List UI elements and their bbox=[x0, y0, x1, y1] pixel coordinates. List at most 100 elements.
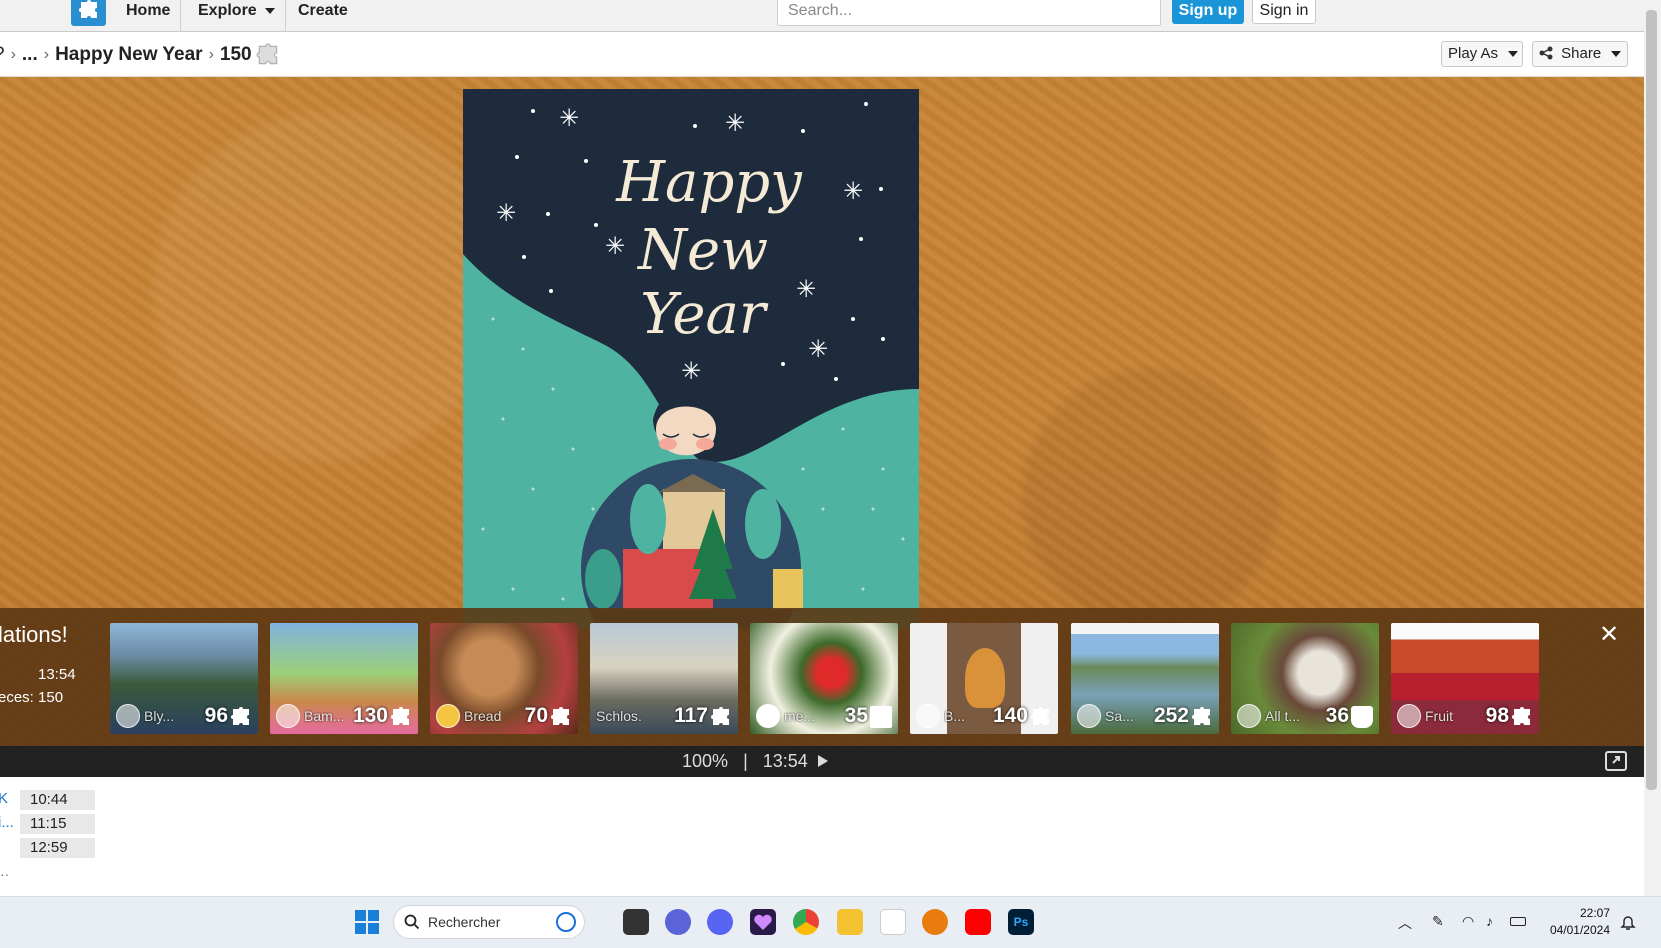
search-input[interactable] bbox=[777, 0, 1161, 26]
time-row-value: 11:15 bbox=[20, 814, 95, 834]
thumb-piece-count: 117 bbox=[674, 704, 708, 727]
congrats-panel: lations! 13:54 eces: 150 bbox=[0, 622, 76, 706]
completed-puzzle-image: ✳ ✳ ✳ ✳ ✳ ✳ ✳ ✳ Happy New Year bbox=[463, 89, 919, 629]
avatar bbox=[1397, 704, 1421, 728]
congrats-time: 13:54 bbox=[38, 666, 76, 683]
play-as-dropdown[interactable]: Play As bbox=[1441, 41, 1523, 67]
puzzle-piece-icon bbox=[231, 707, 249, 725]
breadcrumb-bar: ? › ... › Happy New Year › 150 Play As S… bbox=[0, 33, 1644, 77]
more-dots-icon[interactable]: ·· bbox=[0, 866, 9, 882]
site-logo-icon[interactable] bbox=[71, 0, 106, 26]
battery-icon[interactable] bbox=[1510, 917, 1526, 926]
thumb-piece-count: 98 bbox=[1485, 704, 1509, 727]
snipping-tool-icon[interactable] bbox=[880, 909, 906, 935]
thumb-piece-count: 35 bbox=[844, 704, 868, 727]
nav-explore-menu[interactable]: Explore bbox=[188, 0, 287, 32]
svg-text:✳: ✳ bbox=[681, 357, 701, 385]
windows-start-icon[interactable] bbox=[354, 909, 380, 935]
breadcrumb-pieces: 150 bbox=[219, 44, 252, 65]
piece-outline-icon bbox=[1351, 706, 1373, 728]
volume-icon[interactable]: ♪ bbox=[1486, 913, 1493, 929]
breadcrumb-title[interactable]: Happy New Year bbox=[55, 44, 203, 66]
notification-bell-icon[interactable] bbox=[1620, 915, 1636, 931]
cat-shape bbox=[965, 648, 1005, 708]
system-clock[interactable]: 22:07 04/01/2024 bbox=[1536, 905, 1610, 939]
sign-in-button[interactable]: Sign in bbox=[1252, 0, 1316, 24]
svg-text:✳: ✳ bbox=[808, 335, 828, 363]
thumb-name: Schlos... bbox=[596, 708, 642, 724]
svg-text:✳: ✳ bbox=[559, 104, 579, 132]
share-icon bbox=[1539, 46, 1553, 60]
taskbar-search-label: Rechercher bbox=[428, 914, 501, 930]
suggested-puzzle-thumb[interactable]: Bam... 130 bbox=[270, 623, 418, 734]
thumb-name: Bam... bbox=[304, 708, 345, 724]
svg-text:✳: ✳ bbox=[496, 199, 516, 227]
puzzle-piece-icon bbox=[711, 707, 729, 725]
time-row-value: 12:59 bbox=[20, 838, 95, 858]
zoom-level[interactable]: 100% bbox=[682, 751, 728, 771]
chevron-right-icon: › bbox=[208, 46, 214, 63]
suggested-puzzle-thumb[interactable]: B... 140 bbox=[910, 623, 1058, 734]
suggested-puzzle-thumb[interactable]: Bread 70 bbox=[430, 623, 578, 734]
close-icon[interactable]: ✕ bbox=[1597, 620, 1621, 649]
wifi-icon[interactable]: ◠ bbox=[1462, 913, 1474, 930]
play-icon[interactable] bbox=[817, 754, 829, 768]
nav-create-link[interactable]: Create bbox=[288, 0, 358, 32]
suggested-puzzle-thumb[interactable]: Bly... 96 bbox=[110, 623, 258, 734]
youtube-icon[interactable] bbox=[965, 909, 991, 935]
sign-up-button[interactable]: Sign up bbox=[1172, 0, 1244, 24]
file-explorer-icon[interactable] bbox=[837, 909, 863, 935]
time-row-value: 10:44 bbox=[20, 790, 95, 810]
elapsed-time: 13:54 bbox=[762, 751, 808, 771]
avatar bbox=[116, 704, 140, 728]
chrome-icon[interactable] bbox=[793, 909, 819, 935]
breadcrumb-prefix[interactable]: ? bbox=[0, 44, 5, 66]
chevron-down-icon bbox=[1611, 51, 1622, 57]
task-view-icon[interactable] bbox=[623, 909, 649, 935]
clock-date: 04/01/2024 bbox=[1549, 923, 1610, 937]
avatar bbox=[916, 704, 940, 728]
breadcrumb-ellipsis[interactable]: ... bbox=[22, 44, 38, 66]
thumb-name: All t... bbox=[1265, 708, 1301, 724]
suggested-puzzle-thumb[interactable]: Sa... 252 bbox=[1071, 623, 1219, 734]
chevron-right-icon: › bbox=[43, 46, 50, 63]
status-info: 100% | 13:54 bbox=[682, 751, 829, 772]
suggested-puzzle-thumb[interactable]: Schlos... 117 bbox=[590, 623, 738, 734]
time-row-user[interactable]: K bbox=[0, 790, 8, 807]
taskbar-search[interactable]: Rechercher bbox=[393, 905, 585, 939]
avatar bbox=[1077, 704, 1101, 728]
windows-taskbar: Rechercher Ps ︿ ✎ ◠ ♪ 22:07 04/01/2024 bbox=[0, 896, 1661, 948]
bing-icon bbox=[556, 912, 576, 932]
thumb-name: me... bbox=[784, 708, 816, 724]
discord-icon[interactable] bbox=[707, 909, 733, 935]
thumb-piece-count: 130 bbox=[352, 704, 388, 727]
chevron-right-icon: › bbox=[10, 46, 16, 63]
puzzle-status-bar: 100% | 13:54 bbox=[0, 746, 1644, 777]
thumb-name: Bly... bbox=[144, 708, 175, 724]
chevron-down-icon bbox=[1508, 51, 1519, 57]
photoshop-icon[interactable]: Ps bbox=[1008, 909, 1034, 935]
chevron-up-icon[interactable]: ︿ bbox=[1398, 913, 1412, 933]
congrats-title: lations! bbox=[0, 622, 68, 647]
teams-icon[interactable] bbox=[665, 909, 691, 935]
card-title-line1: Happy bbox=[615, 150, 803, 215]
app-heart-icon[interactable] bbox=[750, 909, 776, 935]
puzzle-piece-icon bbox=[551, 707, 569, 725]
blender-icon[interactable] bbox=[922, 909, 948, 935]
share-label: Share bbox=[1561, 45, 1602, 62]
puzzle-piece-icon bbox=[1192, 707, 1210, 725]
suggested-puzzle-thumb[interactable]: me... 35 bbox=[750, 623, 898, 734]
time-row-user[interactable]: i... bbox=[0, 814, 14, 831]
card-title-line3: Year bbox=[640, 282, 769, 347]
pen-icon[interactable]: ✎ bbox=[1432, 913, 1444, 930]
nav-explore-label: Explore bbox=[198, 2, 257, 19]
puzzle-piece-icon bbox=[1031, 707, 1049, 725]
svg-text:✳: ✳ bbox=[796, 275, 816, 303]
suggested-puzzle-thumb[interactable]: All t... 36 bbox=[1231, 623, 1379, 734]
puzzle-piece-icon bbox=[391, 707, 409, 725]
share-dropdown[interactable]: Share bbox=[1532, 41, 1628, 67]
scrollbar-thumb[interactable] bbox=[1646, 10, 1657, 790]
fullscreen-icon[interactable] bbox=[1605, 751, 1627, 771]
suggested-puzzle-thumb[interactable]: Fruit 98 bbox=[1391, 623, 1539, 734]
nav-home-link[interactable]: Home bbox=[116, 0, 182, 32]
